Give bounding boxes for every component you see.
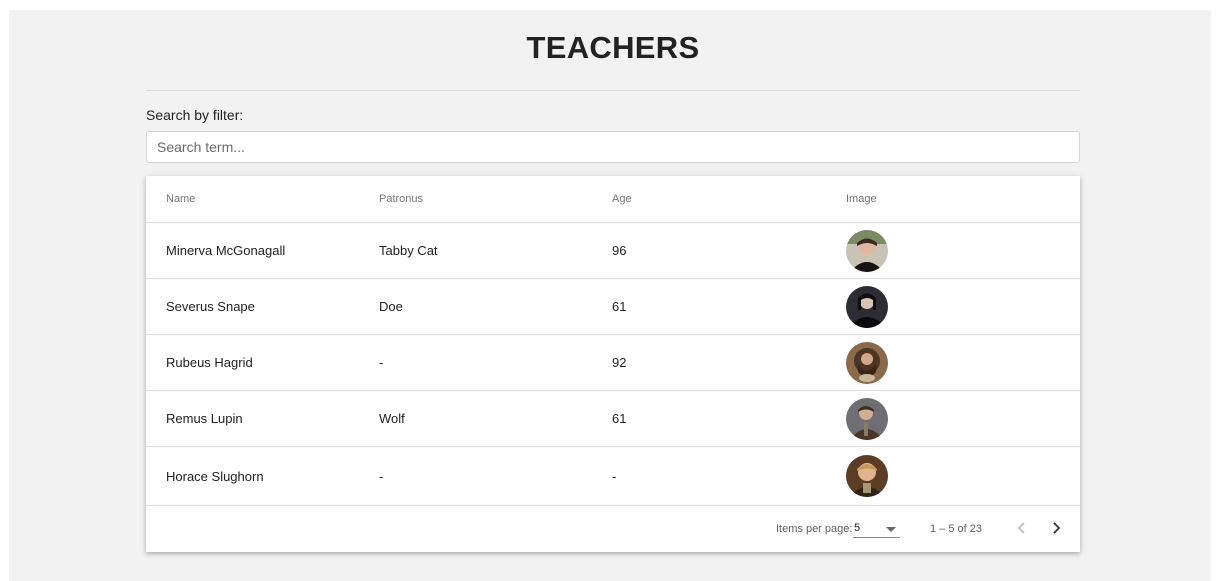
teacher-age: 92: [612, 355, 627, 370]
table-row[interactable]: Minerva McGonagall Tabby Cat 96: [146, 223, 1080, 279]
teacher-patronus: -: [379, 355, 384, 370]
teacher-name: Minerva McGonagall: [166, 243, 286, 258]
teacher-patronus: Tabby Cat: [379, 243, 438, 258]
teacher-name: Remus Lupin: [166, 411, 243, 426]
teacher-avatar: [846, 341, 888, 384]
table-row[interactable]: Remus Lupin Wolf 61: [146, 391, 1080, 447]
teacher-image-cell: [846, 335, 888, 390]
previous-page-button[interactable]: [1010, 516, 1034, 540]
teacher-name: Horace Slughorn: [166, 468, 264, 484]
caret-down-icon: [886, 527, 896, 532]
teacher-image-cell: [846, 391, 888, 446]
teacher-patronus: Doe: [379, 299, 403, 314]
teacher-avatar: [846, 229, 888, 272]
page-title: TEACHERS: [526, 30, 700, 65]
teacher-avatar: [846, 285, 888, 328]
search-input[interactable]: [146, 131, 1080, 163]
column-header-patronus[interactable]: Patronus: [379, 176, 423, 222]
table-row[interactable]: Horace Slughorn - -: [146, 447, 1080, 506]
teacher-avatar: [846, 397, 888, 440]
items-per-page-label: Items per page:: [776, 523, 853, 535]
next-page-button[interactable]: [1044, 516, 1068, 540]
teacher-image-cell: [846, 447, 888, 505]
column-header-age[interactable]: Age: [612, 176, 632, 222]
teacher-age: -: [612, 468, 617, 484]
teacher-name: Severus Snape: [166, 299, 255, 314]
teacher-avatar: [846, 455, 888, 497]
page-range-label: 1 – 5 of 23: [930, 523, 982, 535]
teacher-image-cell: [846, 279, 888, 334]
filter-label: Search by filter:: [146, 107, 244, 123]
teacher-age: 61: [612, 411, 627, 426]
chevron-right-icon: [1053, 522, 1061, 534]
chevron-left-icon: [1017, 522, 1025, 534]
teacher-age: 61: [612, 299, 627, 314]
teacher-patronus: -: [379, 468, 384, 484]
page-size-value: 5: [854, 522, 861, 534]
column-header-image: Image: [846, 193, 877, 205]
table-header-row: Name Patronus Age Image: [146, 176, 1080, 223]
teacher-age: 96: [612, 243, 627, 258]
column-header-name[interactable]: Name: [166, 176, 195, 222]
teacher-name: Rubeus Hagrid: [166, 355, 253, 370]
teachers-table: Name Patronus Age Image Minerva McGonaga…: [146, 176, 1080, 552]
title-divider: [146, 90, 1080, 91]
table-row[interactable]: Severus Snape Doe 61: [146, 279, 1080, 335]
teacher-patronus: Wolf: [379, 411, 405, 426]
table-row[interactable]: Rubeus Hagrid - 92: [146, 335, 1080, 391]
paginator: Items per page: 5 1 – 5 of 23: [146, 506, 1080, 552]
page-background: TEACHERS Search by filter: Name Patronus…: [9, 10, 1211, 581]
teacher-image-cell: [846, 223, 888, 278]
page-size-select[interactable]: 5: [853, 518, 900, 538]
